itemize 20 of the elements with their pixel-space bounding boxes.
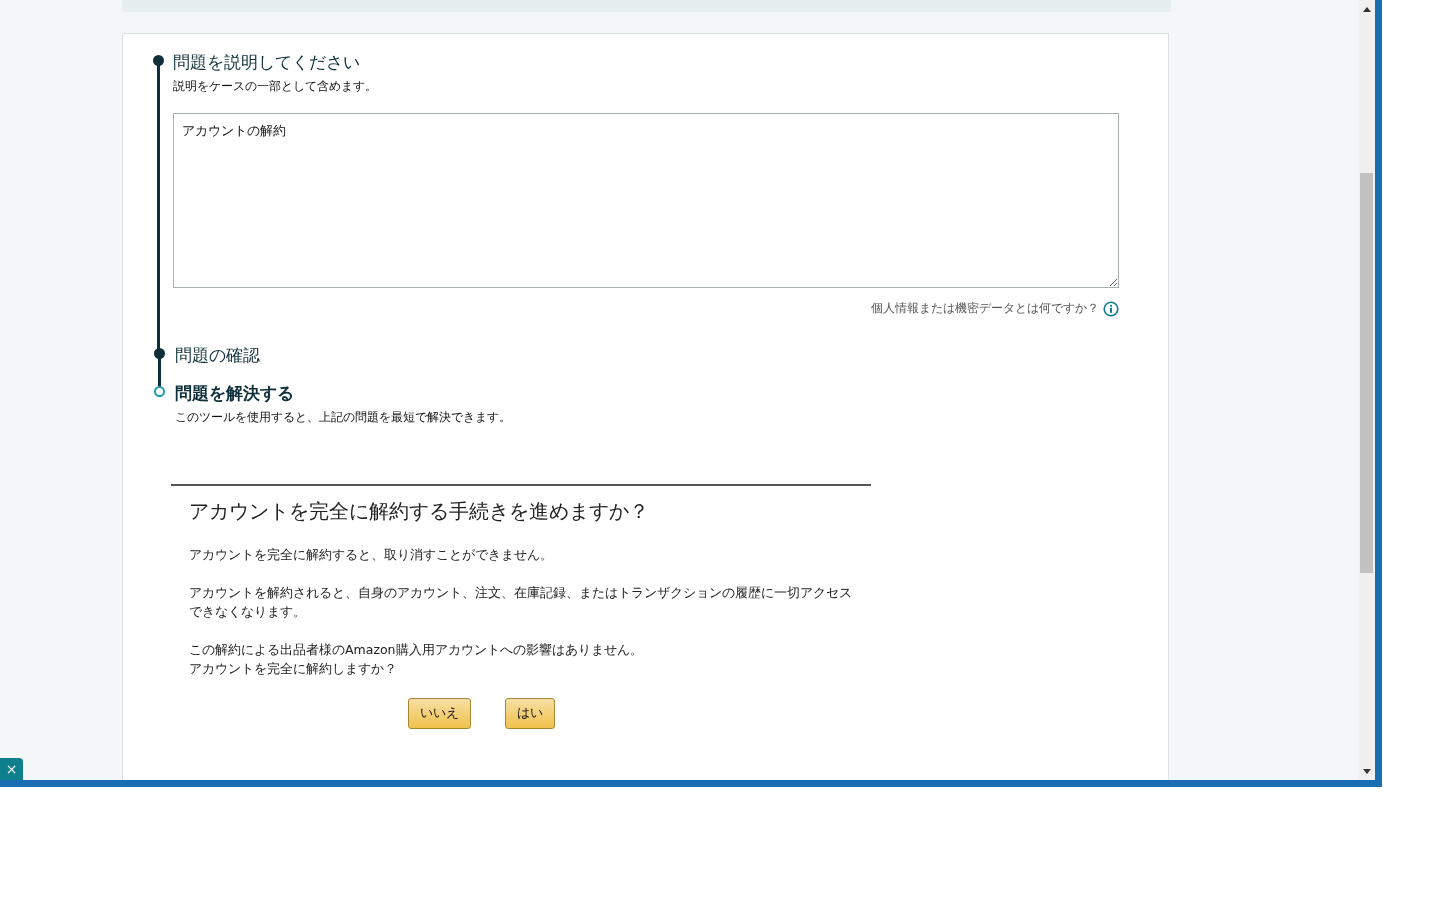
- step-title: 問題を解決する: [175, 383, 295, 403]
- scroll-up-icon[interactable]: [1362, 7, 1371, 12]
- close-button[interactable]: ×: [0, 758, 23, 780]
- help-link[interactable]: 個人情報または機密データとは何ですか？: [871, 300, 1099, 317]
- dialog-button[interactable]: いいえ: [407, 698, 471, 729]
- info-icon[interactable]: [1103, 300, 1119, 317]
- step-title: 問題を説明してください: [173, 52, 361, 72]
- dialog-text: アカウントを完全に解約すると、取り消すことができません。: [189, 546, 554, 564]
- scroll-thumb[interactable]: [1360, 173, 1373, 573]
- dialog-text: この解約による出品者様のAmazon購入用アカウントへの影響はありません。 アカウントを完全に解約しますか？: [189, 641, 644, 678]
- scroll-down-icon[interactable]: [1362, 769, 1371, 774]
- scrollbar[interactable]: [1358, 0, 1375, 780]
- description-field[interactable]: アカウントの解約: [173, 113, 1119, 288]
- step-description: このツールを使用すると、上記の問題を最短で解決できます。: [175, 409, 512, 426]
- timeline-line: [158, 357, 161, 389]
- dialog-title: アカウントを完全に解約する手続きを進めますか？: [189, 498, 650, 525]
- dialog-text: アカウントを解約されると、自身のアカウント、注文、在庫記録、またはトランザクションの履歴に一切アクセスできなくなります。: [189, 584, 853, 621]
- step-description: 説明をケースの一部として含めます。: [173, 78, 378, 95]
- dialog-button[interactable]: はい: [504, 698, 555, 729]
- step-title: 問題の確認: [175, 345, 261, 365]
